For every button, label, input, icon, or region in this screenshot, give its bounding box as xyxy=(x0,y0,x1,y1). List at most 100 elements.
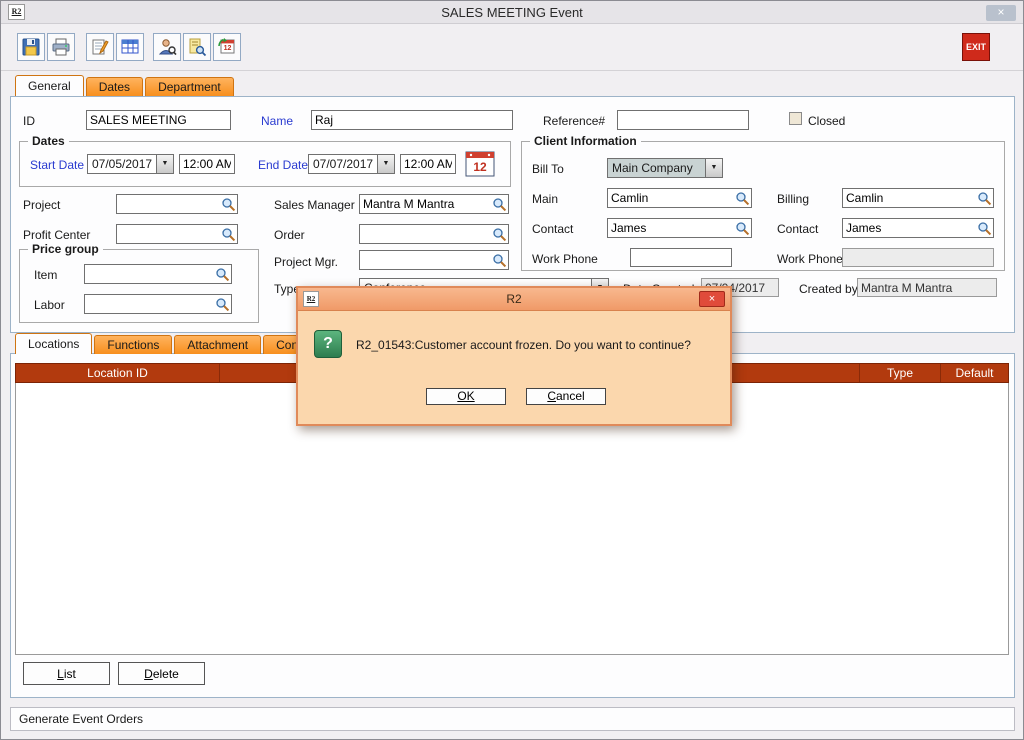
ok-button[interactable]: OK xyxy=(426,388,506,405)
column-header-default: Default xyxy=(941,364,1008,382)
lookup-icon[interactable] xyxy=(977,221,992,236)
project-input[interactable] xyxy=(117,197,221,211)
project-label: Project xyxy=(23,198,60,212)
app-window: R2 SALES MEETING Event × 12 EXIT General… xyxy=(0,0,1024,740)
billing-contact-label: Contact xyxy=(777,222,818,236)
billing-contact-field[interactable] xyxy=(842,218,994,238)
project-mgr-input[interactable] xyxy=(360,253,492,267)
save-button[interactable] xyxy=(17,33,45,61)
price-group: Price group Item Labor xyxy=(19,249,259,323)
document-search-button[interactable] xyxy=(183,33,211,61)
end-date-combo[interactable]: 07/07/2017▼ xyxy=(308,154,395,174)
calendar-refresh-icon: 12 xyxy=(217,37,237,57)
svg-text:12: 12 xyxy=(473,160,487,174)
billing-work-phone-field xyxy=(842,248,994,267)
start-date-combo[interactable]: 07/05/2017▼ xyxy=(87,154,174,174)
delete-button[interactable]: Delete xyxy=(118,662,205,685)
billing-field[interactable] xyxy=(842,188,994,208)
tab-locations[interactable]: Locations xyxy=(15,333,92,354)
tab-general[interactable]: General xyxy=(15,75,84,96)
calendar-icon: 12 xyxy=(464,148,496,178)
sales-manager-label: Sales Manager xyxy=(274,198,355,212)
dialog-close-button[interactable]: × xyxy=(699,291,725,307)
profit-center-field[interactable] xyxy=(116,224,238,244)
lookup-icon[interactable] xyxy=(221,227,236,242)
column-header-type: Type xyxy=(860,364,941,382)
dialog-titlebar: R2 R2 × xyxy=(298,288,730,311)
main-field[interactable] xyxy=(607,188,752,208)
cancel-button[interactable]: Cancel xyxy=(526,388,606,405)
name-label: Name xyxy=(261,114,293,128)
created-by-field: Mantra M Mantra xyxy=(857,278,997,297)
client-info-group: Client Information Bill To Main Company▼… xyxy=(521,141,1005,271)
dropdown-arrow-icon[interactable]: ▼ xyxy=(377,155,394,173)
lookup-icon[interactable] xyxy=(492,227,507,242)
profit-center-label: Profit Center xyxy=(23,228,90,242)
id-input[interactable] xyxy=(86,110,231,130)
dropdown-arrow-icon[interactable]: ▼ xyxy=(156,155,173,173)
id-label: ID xyxy=(23,114,35,128)
tab-functions[interactable]: Functions xyxy=(94,335,172,354)
project-mgr-field[interactable] xyxy=(359,250,509,270)
labor-label: Labor xyxy=(34,298,65,312)
reference-input[interactable] xyxy=(617,110,749,130)
order-field[interactable] xyxy=(359,224,509,244)
list-button[interactable]: List xyxy=(23,662,110,685)
item-input[interactable] xyxy=(85,267,215,281)
billing-input[interactable] xyxy=(843,191,977,205)
labor-input[interactable] xyxy=(85,297,215,311)
table-grid-button[interactable] xyxy=(116,33,144,61)
contact-input[interactable] xyxy=(608,221,735,235)
lookup-icon[interactable] xyxy=(492,197,507,212)
sales-manager-field[interactable] xyxy=(359,194,509,214)
billing-contact-input[interactable] xyxy=(843,221,977,235)
dialog-message: R2_01543:Customer account frozen. Do you… xyxy=(356,338,691,352)
order-label: Order xyxy=(274,228,305,242)
calendar-button[interactable]: 12 xyxy=(464,148,496,181)
order-input[interactable] xyxy=(360,227,492,241)
main-tab-bar: General Dates Department xyxy=(15,75,234,96)
bill-to-label: Bill To xyxy=(532,162,564,176)
sales-manager-input[interactable] xyxy=(360,197,492,211)
main-input[interactable] xyxy=(608,191,735,205)
item-field[interactable] xyxy=(84,264,232,284)
dropdown-arrow-icon[interactable]: ▼ xyxy=(705,159,722,177)
work-phone-label: Work Phone xyxy=(532,252,598,266)
contact-label: Contact xyxy=(532,222,573,236)
person-search-icon xyxy=(157,37,177,57)
lookup-icon[interactable] xyxy=(215,297,230,312)
tab-attachment[interactable]: Attachment xyxy=(174,335,261,354)
end-date-label: End Date xyxy=(258,158,308,172)
start-time-input[interactable] xyxy=(179,154,235,174)
question-icon: ? xyxy=(314,330,342,358)
project-field[interactable] xyxy=(116,194,238,214)
tab-department[interactable]: Department xyxy=(145,77,234,96)
project-mgr-label: Project Mgr. xyxy=(274,255,338,269)
calendar-refresh-button[interactable]: 12 xyxy=(213,33,241,61)
name-input[interactable] xyxy=(311,110,513,130)
end-time-input[interactable] xyxy=(400,154,456,174)
closed-checkbox[interactable] xyxy=(789,112,802,125)
print-button[interactable] xyxy=(47,33,75,61)
table-grid-icon xyxy=(120,37,140,57)
work-phone-input[interactable] xyxy=(630,248,732,267)
tab-dates[interactable]: Dates xyxy=(86,77,143,96)
lookup-icon[interactable] xyxy=(215,267,230,282)
lookup-icon[interactable] xyxy=(492,253,507,268)
lookup-icon[interactable] xyxy=(977,191,992,206)
exit-button[interactable]: EXIT xyxy=(962,33,990,61)
lookup-icon[interactable] xyxy=(221,197,236,212)
lookup-icon[interactable] xyxy=(735,191,750,206)
closed-label: Closed xyxy=(808,114,845,128)
contact-field[interactable] xyxy=(607,218,752,238)
bill-to-value: Main Company xyxy=(608,159,705,177)
window-close-button[interactable]: × xyxy=(986,5,1016,21)
person-search-button[interactable] xyxy=(153,33,181,61)
lookup-icon[interactable] xyxy=(735,221,750,236)
bill-to-combo[interactable]: Main Company▼ xyxy=(607,158,723,178)
labor-field[interactable] xyxy=(84,294,232,314)
edit-note-button[interactable] xyxy=(86,33,114,61)
window-title: SALES MEETING Event xyxy=(1,5,1023,20)
price-group-legend: Price group xyxy=(28,242,103,256)
profit-center-input[interactable] xyxy=(117,227,221,241)
